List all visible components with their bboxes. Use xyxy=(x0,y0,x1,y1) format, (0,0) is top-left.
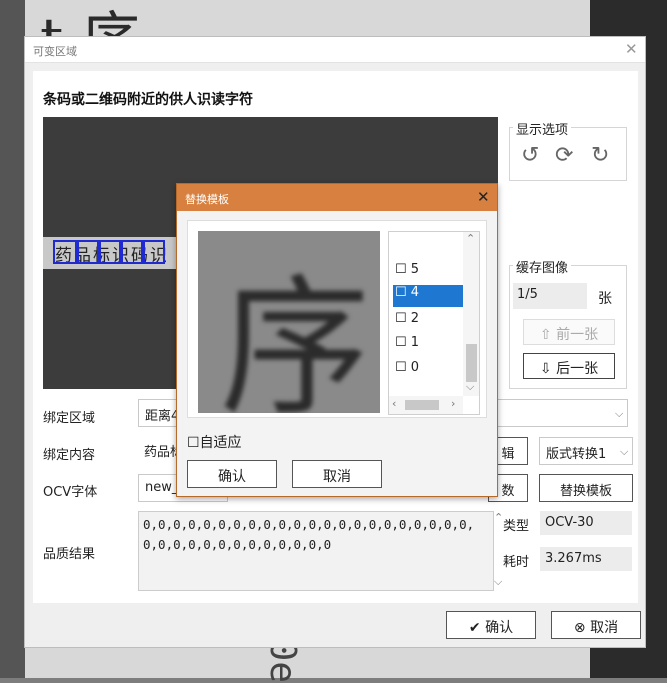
ocr-char-box xyxy=(53,240,77,264)
autofit-label: 自适应 xyxy=(199,435,242,451)
format-select[interactable]: 版式转换1 ⌵ xyxy=(539,437,633,465)
close-icon[interactable]: ✕ xyxy=(625,40,638,58)
chevron-up-icon[interactable]: ⌃ xyxy=(466,232,475,245)
prev-image-button[interactable]: ⇧ 前一张 xyxy=(523,319,615,345)
time-value: 3.267ms xyxy=(540,547,632,571)
ocv-font-label: OCV字体 xyxy=(43,485,98,500)
format-value: 版式转换1 xyxy=(546,447,607,462)
cache-unit: 张 xyxy=(598,291,612,307)
rotate-cw-icon[interactable]: ↻ xyxy=(591,143,609,168)
list-item[interactable]: ☐ 1 xyxy=(393,335,463,357)
ocr-char-box xyxy=(143,240,165,264)
type-label: 类型 xyxy=(503,519,530,534)
dialog-titlebar: 可变区域 ✕ xyxy=(25,37,645,63)
autofit-checkbox[interactable]: ☐自适应 xyxy=(187,432,242,452)
template-image: 序 xyxy=(198,231,380,413)
rotate-ccw-icon[interactable]: ↺ xyxy=(521,143,539,168)
cancel-label: 取消 xyxy=(590,620,619,636)
check-icon: ✔ xyxy=(468,620,481,636)
template-glyph: 序 xyxy=(220,262,371,413)
ocr-char-box xyxy=(77,240,99,264)
next-image-label: 后一张 xyxy=(556,361,599,377)
chevron-up-icon: ⌃ xyxy=(494,511,504,524)
checkbox[interactable]: ☐ xyxy=(395,262,407,277)
cancel-button[interactable]: ⊗ 取消 xyxy=(551,611,641,639)
arrow-down-icon: ⇩ xyxy=(539,361,552,377)
confirm-label: 确认 xyxy=(485,620,514,636)
ocr-char-box xyxy=(121,240,143,264)
popup-confirm-button[interactable]: 确认 xyxy=(187,460,277,488)
bind-content-label: 绑定内容 xyxy=(43,448,96,463)
list-item[interactable]: ☐ 0 xyxy=(393,360,463,382)
confirm-button[interactable]: ✔ 确认 xyxy=(446,611,536,639)
time-label: 耗时 xyxy=(503,555,530,570)
ocr-char-box xyxy=(99,240,121,264)
bind-area-value: 距离4 xyxy=(145,409,180,424)
checkbox[interactable]: ☐ xyxy=(395,360,407,375)
chevron-right-icon[interactable]: › xyxy=(451,397,455,410)
checkbox[interactable]: ☐ xyxy=(395,311,407,326)
cache-image-label: 缓存图像 xyxy=(513,257,572,276)
popup-cancel-button[interactable]: 取消 xyxy=(292,460,382,488)
list-item-selected[interactable]: ☐ 4 xyxy=(393,285,463,307)
type-value: OCV-30 xyxy=(540,511,632,535)
replace-template-button[interactable]: 替换模板 xyxy=(539,474,633,502)
scroll-thumb[interactable] xyxy=(405,400,439,410)
bind-area-label: 绑定区域 xyxy=(43,411,96,426)
popup-content: 序 ☐ 5 ☐ 4 ☐ 2 ☐ 1 ☐ 0 ⌃ ⌵ ‹ › xyxy=(187,220,487,418)
display-options-label: 显示选项 xyxy=(513,119,572,138)
dialog-title: 可变区域 xyxy=(33,45,77,58)
checkbox[interactable]: ☐ xyxy=(395,335,407,350)
popup-titlebar: 替换模板 ✕ xyxy=(177,184,497,211)
prev-image-label: 前一张 xyxy=(556,327,599,343)
chevron-down-icon[interactable]: ⌵ xyxy=(466,380,474,394)
checkbox[interactable]: ☐ xyxy=(395,285,407,300)
replace-template-popup: 替换模板 ✕ 序 ☐ 5 ☐ 4 ☐ 2 ☐ 1 ☐ 0 ⌃ ⌵ ‹ › ☐自适… xyxy=(176,183,498,497)
list-vertical-scrollbar[interactable]: ⌃ ⌵ xyxy=(463,232,479,396)
scroll-thumb[interactable] xyxy=(466,344,477,382)
list-item[interactable]: ☐ 5 xyxy=(393,262,463,284)
checkbox-icon: ☐ xyxy=(187,435,200,451)
refresh-icon[interactable]: ⟳ xyxy=(555,143,573,168)
quality-result-text[interactable]: 0,0,0,0,0,0,0,0,0,0,0,0,0,0,0,0,0,0,0,0,… xyxy=(138,511,494,591)
arrow-up-icon: ⇧ xyxy=(539,327,552,343)
cache-count: 1/5 xyxy=(513,283,587,309)
quality-label: 品质结果 xyxy=(43,547,96,562)
chevron-down-icon: ⌵ xyxy=(494,575,503,588)
list-item[interactable]: ☐ 2 xyxy=(393,311,463,333)
popup-title: 替换模板 xyxy=(185,193,229,206)
chevron-down-icon: ⌵ xyxy=(620,445,629,458)
list-horizontal-scrollbar[interactable]: ‹ › xyxy=(389,396,463,414)
close-icon[interactable]: ✕ xyxy=(477,188,490,206)
panel-heading: 条码或二维码附近的供人识读字符 xyxy=(43,92,253,108)
chevron-left-icon[interactable]: ‹ xyxy=(392,397,396,410)
next-image-button[interactable]: ⇩ 后一张 xyxy=(523,353,615,379)
template-list[interactable]: ☐ 5 ☐ 4 ☐ 2 ☐ 1 ☐ 0 ⌃ ⌵ ‹ › xyxy=(388,231,480,415)
chevron-down-icon: ⌵ xyxy=(615,407,624,420)
close-circle-icon: ⊗ xyxy=(573,620,586,636)
